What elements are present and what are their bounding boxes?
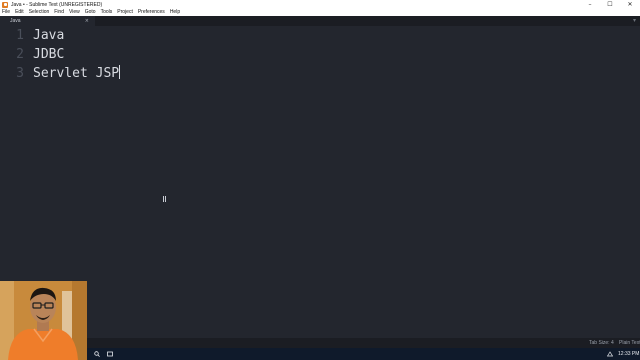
ibeam-cursor-icon <box>163 196 166 202</box>
tab-overflow-chevron-icon[interactable]: ▾ <box>633 17 636 24</box>
close-button[interactable]: ✕ <box>620 0 640 9</box>
window-controls: – ☐ ✕ <box>580 0 640 9</box>
minimize-button[interactable]: – <box>580 0 600 9</box>
menu-goto[interactable]: Goto <box>85 9 96 16</box>
line-number: 3 <box>16 66 24 81</box>
text-caret <box>119 65 121 79</box>
menu-find[interactable]: Find <box>54 9 64 16</box>
editor-area[interactable]: 1 Java 2 JDBC 3 Servlet JSP <box>0 26 640 338</box>
tab-java[interactable]: Java × <box>0 16 95 26</box>
line-number: 1 <box>16 28 24 43</box>
sublime-app-icon <box>2 1 8 8</box>
menu-help[interactable]: Help <box>170 9 180 16</box>
line-number: 2 <box>16 47 24 62</box>
menu-edit[interactable]: Edit <box>15 9 24 16</box>
maximize-button[interactable]: ☐ <box>600 0 620 9</box>
menu-view[interactable]: View <box>69 9 80 16</box>
clock[interactable]: 12:33 PM <box>618 348 639 360</box>
webcam-overlay <box>0 281 87 360</box>
menu-preferences[interactable]: Preferences <box>138 9 165 16</box>
task-view-icon[interactable] <box>107 351 113 357</box>
menu-tools[interactable]: Tools <box>101 9 113 16</box>
presenter-image <box>0 281 87 360</box>
code-line[interactable]: 1 Java <box>0 26 640 45</box>
window-title: Java • - Sublime Text (UNREGISTERED) <box>11 1 103 8</box>
menu-bar: File Edit Selection Find View Goto Tools… <box>0 9 640 16</box>
title-bar: Java • - Sublime Text (UNREGISTERED) – ☐… <box>0 0 640 9</box>
tab-label: Java <box>10 18 21 24</box>
line-text[interactable]: JDBC <box>33 45 64 64</box>
network-icon[interactable] <box>607 351 613 357</box>
search-icon[interactable] <box>94 351 100 357</box>
code-line[interactable]: 3 Servlet JSP <box>0 64 640 83</box>
taskbar: 12:33 PM <box>87 348 640 360</box>
line-text-content: Servlet JSP <box>33 66 120 81</box>
tab-size-indicator[interactable]: Tab Size: 4 <box>589 338 614 348</box>
menu-selection[interactable]: Selection <box>29 9 50 16</box>
tab-close-icon[interactable]: × <box>85 16 89 26</box>
menu-file[interactable]: File <box>2 9 10 16</box>
line-text[interactable]: Servlet JSP <box>33 64 121 83</box>
status-bar: Tab Size: 4 Plain Text <box>87 338 640 348</box>
tab-bar: Java × ▾ <box>0 16 640 26</box>
line-text[interactable]: Java <box>33 26 64 45</box>
syntax-indicator[interactable]: Plain Text <box>619 338 640 348</box>
code-line[interactable]: 2 JDBC <box>0 45 640 64</box>
menu-project[interactable]: Project <box>117 9 133 16</box>
